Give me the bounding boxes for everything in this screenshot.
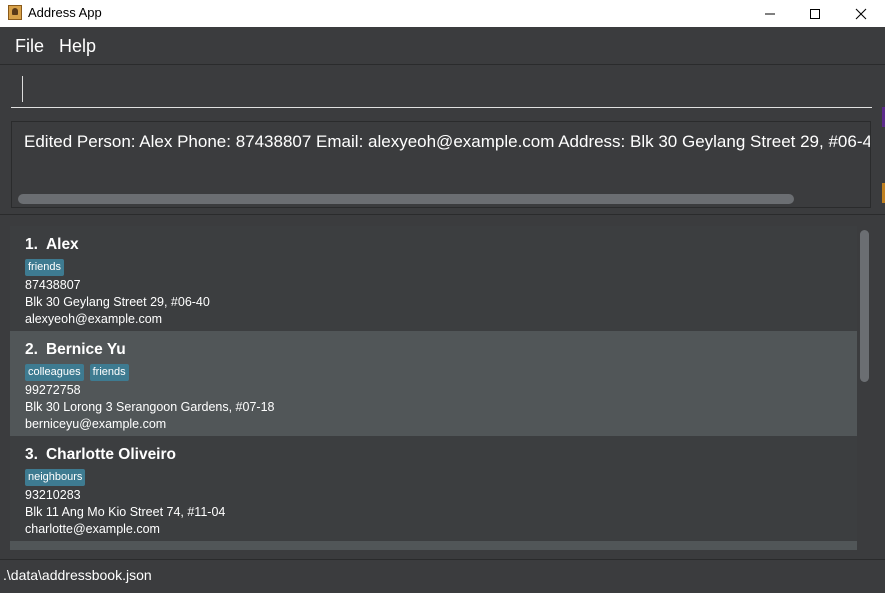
person-card-partial[interactable]	[10, 541, 857, 550]
person-address: Blk 11 Ang Mo Kio Street 74, #11-04	[25, 505, 226, 519]
horizontal-scrollbar[interactable]	[18, 194, 794, 204]
person-index: 3.	[25, 446, 38, 463]
person-name-row: 1. Alex	[25, 235, 857, 255]
close-icon	[855, 8, 867, 19]
tag-list: neighbours	[25, 469, 857, 487]
person-name: Charlotte Oliveiro	[45, 446, 176, 463]
minimize-button[interactable]	[747, 0, 793, 27]
menu-help[interactable]: Help	[59, 36, 96, 57]
tag-list: colleagues friends	[25, 364, 857, 382]
person-phone: 93210283	[25, 488, 81, 502]
person-name: Alex	[45, 236, 79, 253]
vertical-scrollbar[interactable]	[860, 230, 869, 382]
person-email: charlotte@example.com	[25, 522, 160, 536]
menu-file[interactable]: File	[15, 36, 44, 57]
person-card[interactable]: 2. Bernice Yu colleagues friends 99272758…	[10, 331, 857, 436]
person-name-row: 2. Bernice Yu	[25, 340, 857, 360]
menu-bar: File Help	[0, 28, 885, 65]
tag-list: friends	[25, 259, 857, 277]
command-input[interactable]	[11, 71, 872, 108]
status-bar: .\data\addressbook.json	[0, 559, 885, 593]
person-phone: 87438807	[25, 278, 81, 292]
maximize-icon	[810, 8, 820, 19]
close-button[interactable]	[838, 0, 884, 27]
divider	[0, 214, 885, 215]
result-display: Edited Person: Alex Phone: 87438807 Emai…	[11, 121, 871, 208]
tag: friends	[25, 259, 65, 276]
person-address: Blk 30 Lorong 3 Serangoon Gardens, #07-1…	[25, 400, 275, 414]
person-card[interactable]: 1. Alex friends 87438807 Blk 30 Geylang S…	[10, 226, 857, 331]
text-caret	[22, 76, 23, 102]
person-email: berniceyu@example.com	[25, 417, 167, 431]
person-name: Bernice Yu	[45, 341, 126, 358]
person-index: 2.	[25, 341, 38, 358]
tag: colleagues	[25, 364, 84, 381]
tag: friends	[89, 364, 129, 381]
window-title: Address App	[28, 5, 102, 20]
save-location: .\data\addressbook.json	[3, 567, 152, 583]
minimize-icon	[765, 13, 775, 14]
result-text: Edited Person: Alex Phone: 87438807 Emai…	[24, 132, 871, 151]
person-list: 1. Alex friends 87438807 Blk 30 Geylang S…	[10, 226, 857, 550]
person-phone: 99272758	[25, 383, 81, 397]
tag: neighbours	[25, 469, 86, 486]
command-box	[0, 65, 885, 115]
person-email: alexyeoh@example.com	[25, 312, 163, 326]
person-card[interactable]: 3. Charlotte Oliveiro neighbours 93210283…	[10, 436, 857, 541]
app-icon	[8, 5, 22, 20]
title-bar: Address App	[0, 0, 885, 27]
person-name-row: 3. Charlotte Oliveiro	[25, 445, 857, 465]
person-index: 1.	[25, 236, 38, 253]
maximize-button[interactable]	[792, 0, 838, 27]
person-address: Blk 30 Geylang Street 29, #06-40	[25, 295, 210, 309]
